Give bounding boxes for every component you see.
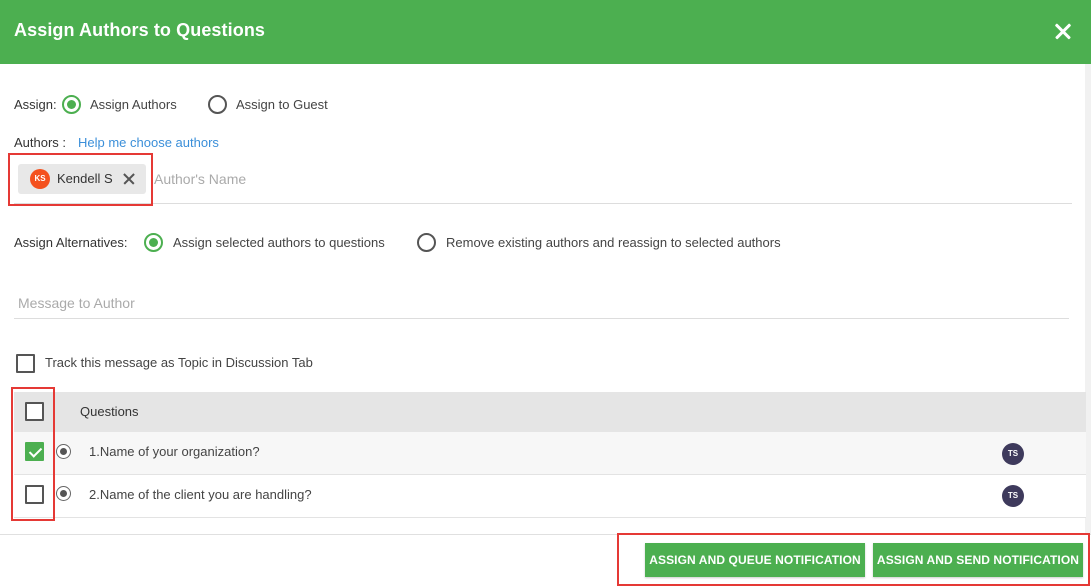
question-radio[interactable] (56, 486, 71, 501)
assignee-avatar: TS (1002, 485, 1024, 507)
author-chip: KS Kendell S (18, 164, 146, 194)
assign-guest-label[interactable]: Assign to Guest (236, 97, 328, 112)
author-name-input[interactable] (154, 168, 1054, 190)
track-topic-checkbox[interactable] (16, 354, 35, 373)
assign-selected-label[interactable]: Assign selected authors to questions (173, 235, 385, 250)
dialog-title: Assign Authors to Questions (14, 20, 266, 40)
footer-divider (0, 534, 1091, 535)
reassign-radio[interactable] (417, 233, 436, 252)
assign-queue-button[interactable]: ASSIGN AND QUEUE NOTIFICATION (645, 543, 865, 577)
questions-table-header: Questions (14, 392, 1086, 432)
authors-label: Authors : (14, 135, 67, 150)
assign-label: Assign: (14, 97, 57, 112)
message-input-underline (14, 318, 1069, 319)
assignee-avatar: TS (1002, 443, 1024, 465)
author-chip-name: Kendell S (57, 171, 113, 186)
alternatives-label: Assign Alternatives: (14, 235, 128, 250)
reassign-label[interactable]: Remove existing authors and reassign to … (446, 235, 781, 250)
assign-send-button[interactable]: ASSIGN AND SEND NOTIFICATION (873, 543, 1083, 577)
question-text: 1.Name of your organization? (89, 444, 260, 459)
question-checkbox[interactable] (25, 442, 44, 461)
close-icon[interactable] (1051, 19, 1075, 43)
dialog-header: Assign Authors to Questions (0, 0, 1091, 64)
assign-authors-label[interactable]: Assign Authors (90, 97, 177, 112)
message-input[interactable] (18, 292, 1058, 314)
author-input-underline (14, 203, 1072, 204)
question-radio[interactable] (56, 444, 71, 459)
table-row: 2.Name of the client you are handling? T… (14, 475, 1086, 518)
questions-header-label: Questions (80, 404, 139, 419)
assign-selected-radio[interactable] (144, 233, 163, 252)
table-row: 1.Name of your organization? TS (14, 432, 1086, 475)
question-checkbox[interactable] (25, 485, 44, 504)
question-text: 2.Name of the client you are handling? (89, 487, 312, 502)
author-avatar: KS (30, 169, 50, 189)
select-all-checkbox[interactable] (25, 402, 44, 421)
help-choose-authors-link[interactable]: Help me choose authors (78, 135, 219, 150)
assign-guest-radio[interactable] (208, 95, 227, 114)
assign-authors-radio[interactable] (62, 95, 81, 114)
track-topic-label[interactable]: Track this message as Topic in Discussio… (45, 355, 313, 370)
remove-author-icon[interactable] (122, 172, 136, 186)
